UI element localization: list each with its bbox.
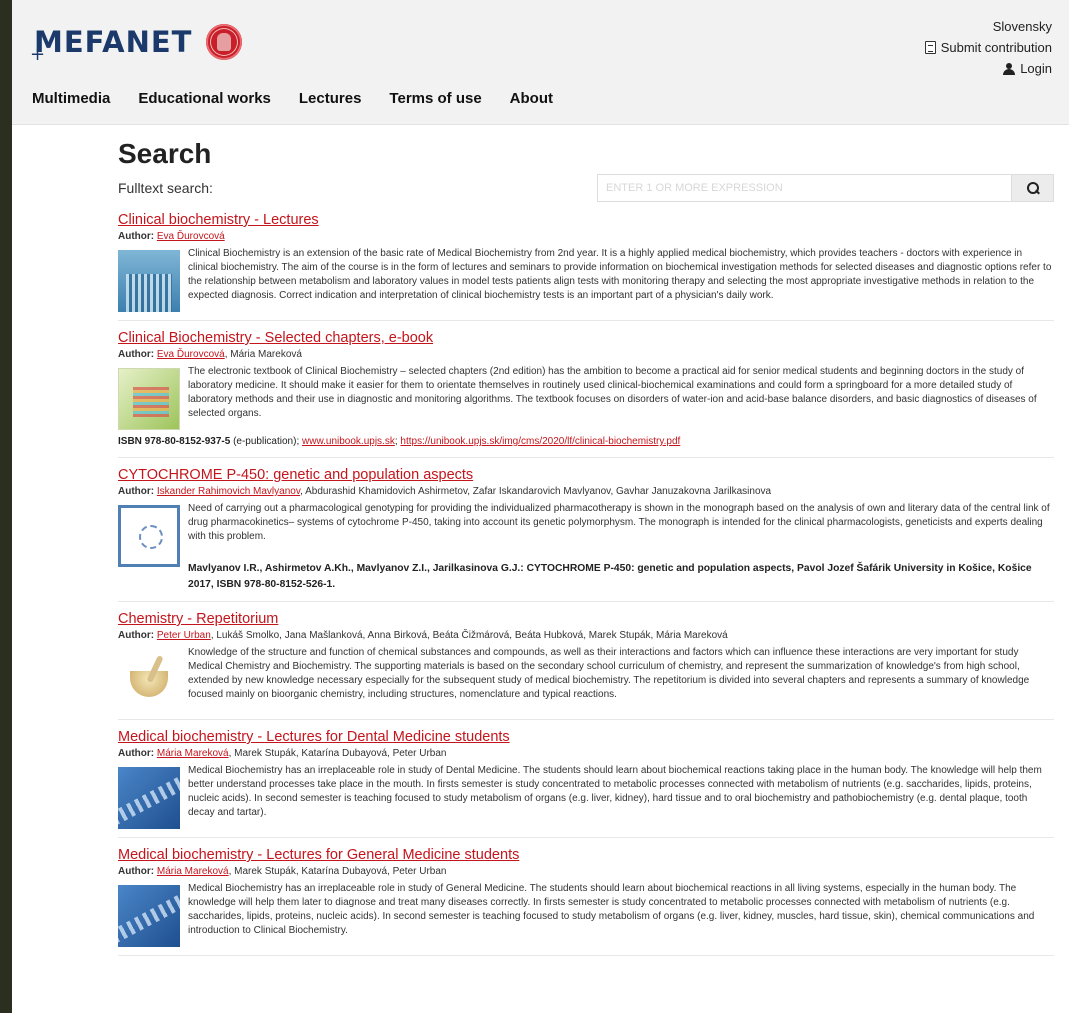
fulltext-label: Fulltext search: [118, 180, 213, 196]
pdf-link[interactable]: https://unibook.upjs.sk/img/cms/2020/lf/… [400, 436, 680, 447]
result-body: The electronic textbook of Clinical Bioc… [118, 365, 1054, 430]
result-item: Medical biochemistry - Lectures for Gene… [118, 846, 1054, 956]
author-link[interactable]: Eva Ďurovcová [157, 231, 225, 242]
result-title-link[interactable]: Clinical Biochemistry - Selected chapter… [118, 329, 433, 348]
nav-item-multimedia[interactable]: Multimedia [32, 90, 110, 107]
user-links: Slovensky Submit contribution Login [924, 16, 1052, 79]
result-authors: Author: Eva Ďurovcová [118, 230, 1054, 244]
result-authors: Author: Iskander Rahimovich Mavlyanov, A… [118, 485, 1054, 499]
author-label: Author: [118, 630, 155, 641]
search-icon [1026, 182, 1039, 194]
author-names: , Lukáš Smolko, Jana Mašlanková, Anna Bi… [210, 630, 728, 641]
isbn-note: (e-publication); [230, 436, 302, 447]
plus-icon: + [30, 44, 46, 65]
result-thumbnail[interactable] [118, 649, 180, 711]
result-text: Need of carrying out a pharmacological g… [188, 502, 1054, 567]
author-label: Author: [118, 866, 155, 877]
nav-item-lectures[interactable]: Lectures [299, 90, 362, 107]
result-item: Chemistry - Repetitorium Author: Peter U… [118, 610, 1054, 720]
university-seal-icon [206, 24, 243, 60]
result-item: CYTOCHROME P-450: genetic and population… [118, 466, 1054, 602]
result-title-link[interactable]: Chemistry - Repetitorium [118, 610, 278, 629]
document-icon [924, 41, 936, 54]
site-header: MEFANET + Slovensky Submit contribution … [12, 0, 1069, 125]
result-body: Medical Biochemistry has an irreplaceabl… [118, 764, 1054, 829]
result-citation: Mavlyanov I.R., Ashirmetov A.Kh., Mavlya… [188, 563, 1032, 590]
author-names: , Marek Stupák, Katarína Dubayová, Peter… [228, 866, 447, 877]
result-thumbnail[interactable] [118, 767, 180, 829]
author-names: , Abdurashid Khamidovich Ashirmetov, Zaf… [300, 486, 772, 497]
author-label: Author: [118, 748, 155, 759]
isbn-value: ISBN 978-80-8152-937-5 [118, 436, 231, 447]
result-thumbnail[interactable] [118, 885, 180, 947]
result-body: Need of carrying out a pharmacological g… [118, 502, 1054, 567]
author-link[interactable]: Eva Ďurovcová [157, 349, 225, 360]
result-title-link[interactable]: Medical biochemistry - Lectures for Gene… [118, 846, 519, 865]
author-label: Author: [118, 349, 155, 360]
language-label: Slovensky [992, 19, 1052, 34]
main-nav: Multimedia Educational works Lectures Te… [32, 90, 553, 107]
result-title-link[interactable]: Medical biochemistry - Lectures for Dent… [118, 728, 510, 747]
publisher-link[interactable]: www.unibook.upjs.sk [302, 436, 395, 447]
page: MEFANET + Slovensky Submit contribution … [12, 0, 1069, 1013]
nav-item-educational-works[interactable]: Educational works [138, 90, 271, 107]
result-description: Medical Biochemistry has an irreplaceabl… [188, 883, 1035, 936]
result-body: Medical Biochemistry has an irreplaceabl… [118, 882, 1054, 947]
main-content: Search Fulltext search: Clinical biochem… [118, 137, 1054, 964]
search-input[interactable] [597, 174, 1012, 202]
result-description: Need of carrying out a pharmacological g… [188, 503, 1050, 542]
result-authors: Author: Peter Urban, Lukáš Smolko, Jana … [118, 629, 1054, 643]
search-box [597, 174, 1054, 202]
result-body: Clinical Biochemistry is an extension of… [118, 247, 1054, 312]
author-link[interactable]: Peter Urban [157, 630, 211, 641]
result-item: Clinical biochemistry - Lectures Author:… [118, 211, 1054, 321]
author-link[interactable]: Iskander Rahimovich Mavlyanov [157, 486, 300, 497]
author-link[interactable]: Mária Mareková [157, 866, 229, 877]
result-body: Knowledge of the structure and function … [118, 646, 1054, 711]
result-thumbnail[interactable] [118, 505, 180, 567]
submit-label: Submit contribution [940, 40, 1052, 55]
author-label: Author: [118, 486, 155, 497]
result-description: The electronic textbook of Clinical Bioc… [188, 366, 1037, 419]
result-authors: Author: Mária Mareková, Marek Stupák, Ka… [118, 865, 1054, 879]
submit-contribution-link[interactable]: Submit contribution [924, 37, 1052, 58]
result-title-link[interactable]: CYTOCHROME P-450: genetic and population… [118, 466, 473, 485]
result-title-link[interactable]: Clinical biochemistry - Lectures [118, 211, 319, 230]
user-icon [1003, 62, 1016, 75]
login-link[interactable]: Login [925, 58, 1052, 79]
result-isbn-line: ISBN 978-80-8152-937-5 (e-publication); … [118, 435, 1054, 449]
author-names: , Mária Mareková [224, 349, 302, 360]
result-item: Medical biochemistry - Lectures for Dent… [118, 728, 1054, 838]
logo[interactable]: MEFANET + [30, 24, 243, 65]
result-authors: Author: Eva Ďurovcová, Mária Mareková [118, 348, 1054, 362]
page-title: Search [118, 138, 212, 169]
search-row: Fulltext search: [118, 173, 1054, 203]
author-label: Author: [118, 231, 155, 242]
language-switch[interactable]: Slovensky [925, 16, 1052, 37]
logo-text: MEFANET [34, 25, 193, 59]
results-list: Clinical biochemistry - Lectures Author:… [118, 211, 1054, 956]
result-thumbnail[interactable] [118, 368, 180, 430]
result-description: Knowledge of the structure and function … [188, 647, 1030, 700]
nav-item-about[interactable]: About [510, 90, 553, 107]
nav-item-terms-of-use[interactable]: Terms of use [389, 90, 481, 107]
author-link[interactable]: Mária Mareková [157, 748, 229, 759]
result-thumbnail[interactable] [118, 250, 180, 312]
login-label: Login [1020, 61, 1052, 76]
result-item: Clinical Biochemistry - Selected chapter… [118, 329, 1054, 458]
result-description: Clinical Biochemistry is an extension of… [188, 248, 1052, 301]
author-names: , Marek Stupák, Katarína Dubayová, Peter… [228, 748, 447, 759]
result-description: Medical Biochemistry has an irreplaceabl… [188, 765, 1042, 818]
result-authors: Author: Mária Mareková, Marek Stupák, Ka… [118, 747, 1054, 761]
search-button[interactable] [1012, 174, 1054, 202]
